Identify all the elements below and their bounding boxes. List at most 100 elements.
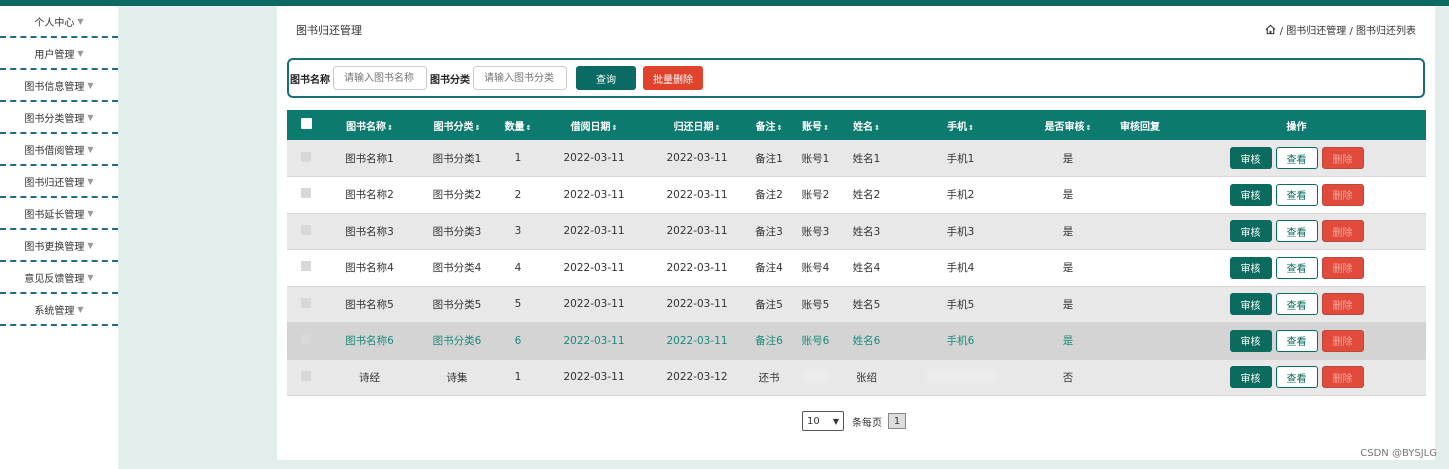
sidebar-item-book-exchange[interactable]: 图书更换管理 ▼	[0, 230, 118, 262]
cell-reply	[1113, 249, 1167, 287]
row-checkbox[interactable]	[287, 322, 325, 360]
col-header-account[interactable]: 账号⇕	[796, 110, 835, 140]
delete-button[interactable]: 删除	[1321, 220, 1364, 243]
query-button[interactable]: 查询	[576, 66, 636, 90]
cell-note: 还书	[742, 359, 796, 396]
caret-down-icon: ▼	[87, 144, 94, 154]
cell-qty: 2	[500, 176, 536, 214]
breadcrumb-text: / 图书归还管理 / 图书归还列表	[1279, 26, 1416, 37]
cell-category: 图书分类2	[414, 176, 500, 214]
page-title: 图书归还管理	[296, 24, 362, 37]
home-icon[interactable]	[1265, 24, 1276, 35]
col-header-category[interactable]: 图书分类⇕	[414, 110, 500, 140]
audit-button[interactable]: 审核	[1229, 366, 1272, 389]
sidebar-item-book-category[interactable]: 图书分类管理 ▼	[0, 102, 118, 134]
current-page-button[interactable]: 1	[888, 413, 906, 429]
cell-actions: 审核 查看 删除	[1167, 213, 1426, 250]
row-checkbox[interactable]	[287, 213, 325, 250]
sidebar-item-system[interactable]: 系统管理 ▼	[0, 294, 118, 326]
cell-return-date: 2022-03-12	[652, 359, 742, 396]
cell-name: 图书名称4	[325, 249, 414, 287]
book-name-input[interactable]	[333, 66, 427, 90]
cell-account: 账号5	[796, 286, 835, 323]
cell-actions: 审核 查看 删除	[1167, 249, 1426, 287]
cell-borrow-date: 2022-03-11	[536, 213, 652, 250]
table-row: 图书名称1 图书分类1 1 2022-03-11 2022-03-11 备注1 账号1 姓名1…	[287, 140, 1426, 177]
sidebar-item-book-return[interactable]: 图书归还管理 ▼	[0, 166, 118, 198]
col-header-qty[interactable]: 数量⇕	[500, 110, 536, 140]
audit-button[interactable]: 审核	[1229, 183, 1272, 206]
delete-button[interactable]: 删除	[1321, 256, 1364, 279]
audit-button[interactable]: 审核	[1229, 220, 1272, 243]
cell-person: 姓名3	[835, 213, 898, 250]
col-header-phone[interactable]: 手机⇕	[898, 110, 1023, 140]
per-page-label: 条每页	[852, 417, 882, 429]
col-header-name[interactable]: 图书名称⇕	[325, 110, 414, 140]
pagination: 10 ▼ 条每页 1	[802, 411, 906, 431]
col-header-audited[interactable]: 是否审核⇕	[1023, 110, 1113, 140]
view-button[interactable]: 查看	[1275, 147, 1318, 169]
table-header-row: 图书名称⇕ 图书分类⇕ 数量⇕ 借阅日期⇕ 归还日期⇕ 备注⇕ 账号⇕ 姓名⇕ …	[287, 110, 1426, 140]
table-row: 图书名称3 图书分类3 3 2022-03-11 2022-03-11 备注3 账号3 姓名3…	[287, 213, 1426, 250]
cell-borrow-date: 2022-03-11	[536, 176, 652, 214]
col-header-note[interactable]: 备注⇕	[742, 110, 796, 140]
row-checkbox[interactable]	[287, 249, 325, 287]
page-size-select[interactable]: 10 ▼	[802, 411, 844, 431]
sidebar-item-label: 图书信息管理	[24, 81, 85, 93]
cell-category: 图书分类4	[414, 249, 500, 287]
cell-qty: 1	[500, 140, 536, 177]
view-button[interactable]: 查看	[1275, 220, 1318, 243]
view-button[interactable]: 查看	[1275, 329, 1318, 352]
cell-audited: 是	[1023, 213, 1113, 250]
cell-phone: 手机5	[898, 286, 1023, 323]
book-category-input[interactable]	[473, 66, 567, 90]
row-checkbox[interactable]	[287, 176, 325, 214]
cell-borrow-date: 2022-03-11	[536, 286, 652, 323]
cell-person: 姓名6	[835, 322, 898, 360]
row-checkbox[interactable]	[287, 359, 325, 396]
sidebar-item-label: 图书借阅管理	[24, 145, 85, 157]
delete-button[interactable]: 删除	[1321, 293, 1364, 316]
cell-note: 备注2	[742, 176, 796, 214]
cell-note: 备注4	[742, 249, 796, 287]
view-button[interactable]: 查看	[1275, 183, 1318, 206]
batch-delete-button[interactable]: 批量删除	[643, 66, 703, 90]
sidebar-item-book-info[interactable]: 图书信息管理 ▼	[0, 70, 118, 102]
audit-button[interactable]: 审核	[1229, 256, 1272, 279]
col-header-borrow-date[interactable]: 借阅日期⇕	[536, 110, 652, 140]
delete-button[interactable]: 删除	[1321, 366, 1364, 389]
sidebar-item-personal-center[interactable]: 个人中心 ▼	[0, 6, 118, 38]
checkbox-icon	[301, 261, 311, 272]
audit-button[interactable]: 审核	[1229, 147, 1272, 169]
cell-audited: 是	[1023, 286, 1113, 323]
delete-button[interactable]: 删除	[1321, 329, 1364, 352]
view-button[interactable]: 查看	[1275, 256, 1318, 279]
delete-button[interactable]: 删除	[1321, 183, 1364, 206]
view-button[interactable]: 查看	[1275, 293, 1318, 316]
cell-reply	[1113, 286, 1167, 323]
col-header-return-date[interactable]: 归还日期⇕	[652, 110, 742, 140]
checkbox-icon	[301, 224, 311, 235]
search-form: 图书名称 图书分类 查询 批量删除	[287, 58, 1425, 98]
sort-icon: ⇕	[474, 123, 481, 132]
audit-button[interactable]: 审核	[1229, 329, 1272, 352]
sidebar-item-user-management[interactable]: 用户管理 ▼	[0, 38, 118, 70]
sidebar-item-feedback[interactable]: 意见反馈管理 ▼	[0, 262, 118, 294]
main-panel: 图书归还管理 / 图书归还管理 / 图书归还列表 图书名称 图书分类 查询 批量…	[277, 6, 1435, 460]
col-header-person[interactable]: 姓名⇕	[835, 110, 898, 140]
row-checkbox[interactable]	[287, 286, 325, 323]
cell-actions: 审核 查看 删除	[1167, 359, 1426, 396]
sidebar-item-book-borrow[interactable]: 图书借阅管理 ▼	[0, 134, 118, 166]
cell-account: 账号2	[796, 176, 835, 214]
cell-account: 账号4	[796, 249, 835, 287]
select-all-checkbox[interactable]	[287, 110, 325, 140]
sidebar-item-book-extend[interactable]: 图书延长管理 ▼	[0, 198, 118, 230]
cell-name: 图书名称5	[325, 286, 414, 323]
row-checkbox[interactable]	[287, 140, 325, 177]
cell-account: 账号1	[796, 140, 835, 177]
view-button[interactable]: 查看	[1275, 366, 1318, 389]
checkbox-icon	[301, 334, 311, 345]
caret-down-icon: ▼	[87, 176, 94, 186]
audit-button[interactable]: 审核	[1229, 293, 1272, 316]
delete-button[interactable]: 删除	[1321, 147, 1364, 169]
